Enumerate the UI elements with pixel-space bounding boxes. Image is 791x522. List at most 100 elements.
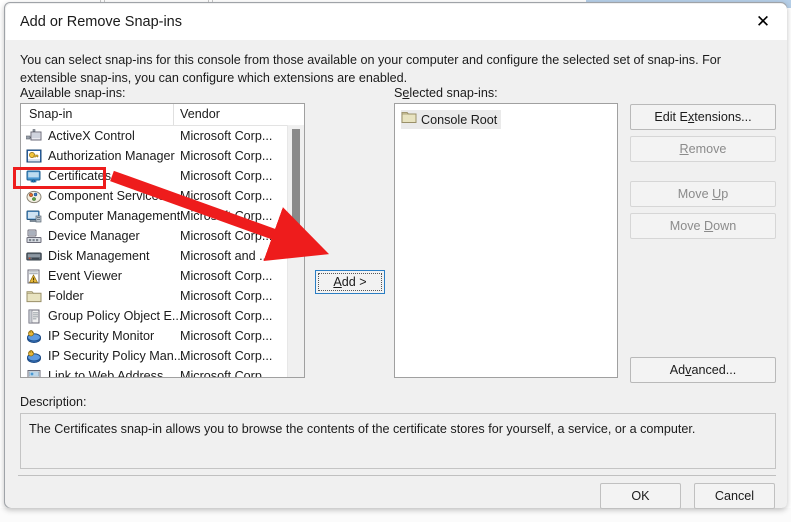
snapin-name: ActiveX Control: [48, 129, 135, 143]
snapin-vendor: Microsoft Corp...: [180, 369, 273, 378]
table-row[interactable]: ActiveX Control Microsoft Corp...: [21, 126, 304, 146]
event-viewer-icon: [26, 269, 42, 284]
close-icon[interactable]: ✕: [741, 4, 785, 38]
advanced-button[interactable]: Advanced...: [630, 357, 776, 383]
snapin-name: Component Services: [48, 189, 165, 203]
snapin-vendor: Microsoft Corp...: [180, 349, 273, 363]
table-row[interactable]: IP Security Monitor Microsoft Corp...: [21, 326, 304, 346]
snapin-name: Group Policy Object E...: [48, 309, 183, 323]
move-up-prefix: Move: [677, 187, 713, 201]
link-to-web-address-icon: [26, 369, 42, 377]
table-row[interactable]: Folder Microsoft Corp...: [21, 286, 304, 306]
move-down-label: Move Down: [670, 219, 737, 233]
add-button-label-suffix: dd >: [341, 275, 367, 289]
table-row[interactable]: Computer Management Microsoft Corp...: [21, 206, 304, 226]
snapin-name: IP Security Policy Man...: [48, 349, 185, 363]
ip-security-monitor-icon: [26, 329, 42, 344]
table-row[interactable]: Certificates Microsoft Corp...: [21, 166, 304, 186]
advanced-prefix: Ad: [669, 363, 686, 377]
snapin-vendor: Microsoft Corp...: [180, 289, 273, 303]
background-window-bottom: [0, 508, 791, 522]
snapin-name: Computer Management: [48, 209, 181, 223]
snapin-vendor: Microsoft Corp...: [180, 329, 273, 343]
snapin-name: Link to Web Address: [48, 369, 164, 378]
cancel-button-label: Cancel: [714, 489, 755, 503]
snapin-name: Folder: [48, 289, 84, 303]
snapin-vendor: Microsoft Corp...: [180, 229, 273, 243]
snapin-vendor: Microsoft Corp...: [180, 149, 273, 163]
dialog-intro-text: You can select snap-ins for this console…: [20, 53, 721, 85]
remove-button[interactable]: Remove: [630, 136, 776, 162]
move-down-accel: D: [704, 219, 714, 233]
snapin-vendor: Microsoft and ...: [180, 249, 270, 263]
computer-management-icon: [26, 209, 42, 224]
snapin-vendor: Microsoft Corp...: [180, 189, 273, 203]
table-row[interactable]: Event Viewer Microsoft Corp...: [21, 266, 304, 286]
snapin-vendor: Microsoft Corp...: [180, 129, 273, 143]
table-row[interactable]: Disk Management Microsoft and ...: [21, 246, 304, 266]
device-manager-icon: [26, 229, 42, 244]
move-up-button[interactable]: Move Up: [630, 181, 776, 207]
add-button-accel: A: [333, 275, 342, 289]
advanced-label: Advanced...: [670, 363, 737, 377]
table-row[interactable]: Component Services Microsoft Corp...: [21, 186, 304, 206]
remove-label: Remove: [680, 142, 727, 156]
dialog-title: Add or Remove Snap-ins: [20, 14, 182, 30]
add-remove-snapins-dialog: Add or Remove Snap-ins ✕ You can select …: [4, 2, 787, 509]
move-up-suffix: p: [721, 187, 729, 201]
table-row[interactable]: Group Policy Object E... Microsoft Corp..…: [21, 306, 304, 326]
edit-extensions-label: Edit Extensions...: [654, 110, 751, 124]
description-label: Description:: [20, 395, 87, 409]
description-box: The Certificates snap-in allows you to b…: [20, 413, 776, 469]
edit-extensions-suffix: tensions...: [694, 110, 752, 124]
remove-accel: R: [679, 142, 689, 156]
screen: Add or Remove Snap-ins ✕ You can select …: [0, 0, 791, 522]
add-button[interactable]: Add >: [315, 270, 385, 294]
snapin-name: IP Security Monitor: [48, 329, 155, 343]
snapin-vendor: Microsoft Corp...: [180, 309, 273, 323]
snapin-name: Event Viewer: [48, 269, 122, 283]
table-row[interactable]: Link to Web Address Microsoft Corp...: [21, 366, 304, 378]
available-list-header: Snap-in Vendor: [21, 104, 304, 126]
add-button-label: Add >: [333, 275, 366, 289]
selected-snapins-list[interactable]: Console Root: [394, 103, 618, 378]
list-item[interactable]: Console Root: [401, 110, 502, 129]
available-list-rows: ActiveX Control Microsoft Corp... Authoriz…: [21, 126, 304, 378]
table-row[interactable]: Device Manager Microsoft Corp...: [21, 226, 304, 246]
available-snapins-list[interactable]: Snap-in Vendor ActiveX Control Microsoft …: [20, 103, 305, 378]
edit-extensions-button[interactable]: Edit Extensions...: [630, 104, 776, 130]
selected-snapins-label: Selected snap-ins:: [394, 86, 498, 100]
ok-button-label: OK: [631, 489, 650, 503]
column-header-vendor[interactable]: Vendor: [180, 107, 220, 121]
snapin-name: Disk Management: [48, 249, 150, 263]
cancel-button[interactable]: Cancel: [694, 483, 775, 509]
snapin-name: Device Manager: [48, 229, 140, 243]
authorization-manager-icon: [26, 149, 42, 164]
dialog-titlebar: Add or Remove Snap-ins ✕: [6, 4, 787, 40]
snapin-name: Certificates: [48, 169, 111, 183]
column-header-snapin[interactable]: Snap-in: [29, 107, 72, 121]
remove-suffix: emove: [688, 142, 727, 156]
table-row[interactable]: IP Security Policy Man... Microsoft Corp.…: [21, 346, 304, 366]
scrollbar-thumb[interactable]: [292, 129, 300, 244]
snapin-vendor: Microsoft Corp...: [180, 209, 273, 223]
move-down-prefix: Move: [669, 219, 705, 233]
table-row[interactable]: Authorization Manager Microsoft Corp...: [21, 146, 304, 166]
move-up-accel: U: [712, 187, 722, 201]
available-list-scrollbar[interactable]: [287, 125, 304, 377]
component-services-icon: [26, 189, 42, 204]
ok-button[interactable]: OK: [600, 483, 681, 509]
folder-icon: [26, 289, 42, 304]
snapin-vendor: Microsoft Corp...: [180, 269, 273, 283]
snapin-vendor: Microsoft Corp...: [180, 169, 273, 183]
available-label-suffix: ailable snap-ins:: [34, 86, 126, 100]
group-policy-icon: [26, 309, 42, 324]
certificates-icon: [26, 169, 42, 184]
column-divider: [173, 104, 174, 125]
move-down-button[interactable]: Move Down: [630, 213, 776, 239]
selected-label-suffix: lected snap-ins:: [409, 86, 498, 100]
dialog-body: You can select snap-ins for this console…: [6, 40, 787, 509]
snapin-name: Authorization Manager: [48, 149, 175, 163]
advanced-suffix: anced...: [691, 363, 737, 377]
footer-divider: [18, 475, 776, 476]
